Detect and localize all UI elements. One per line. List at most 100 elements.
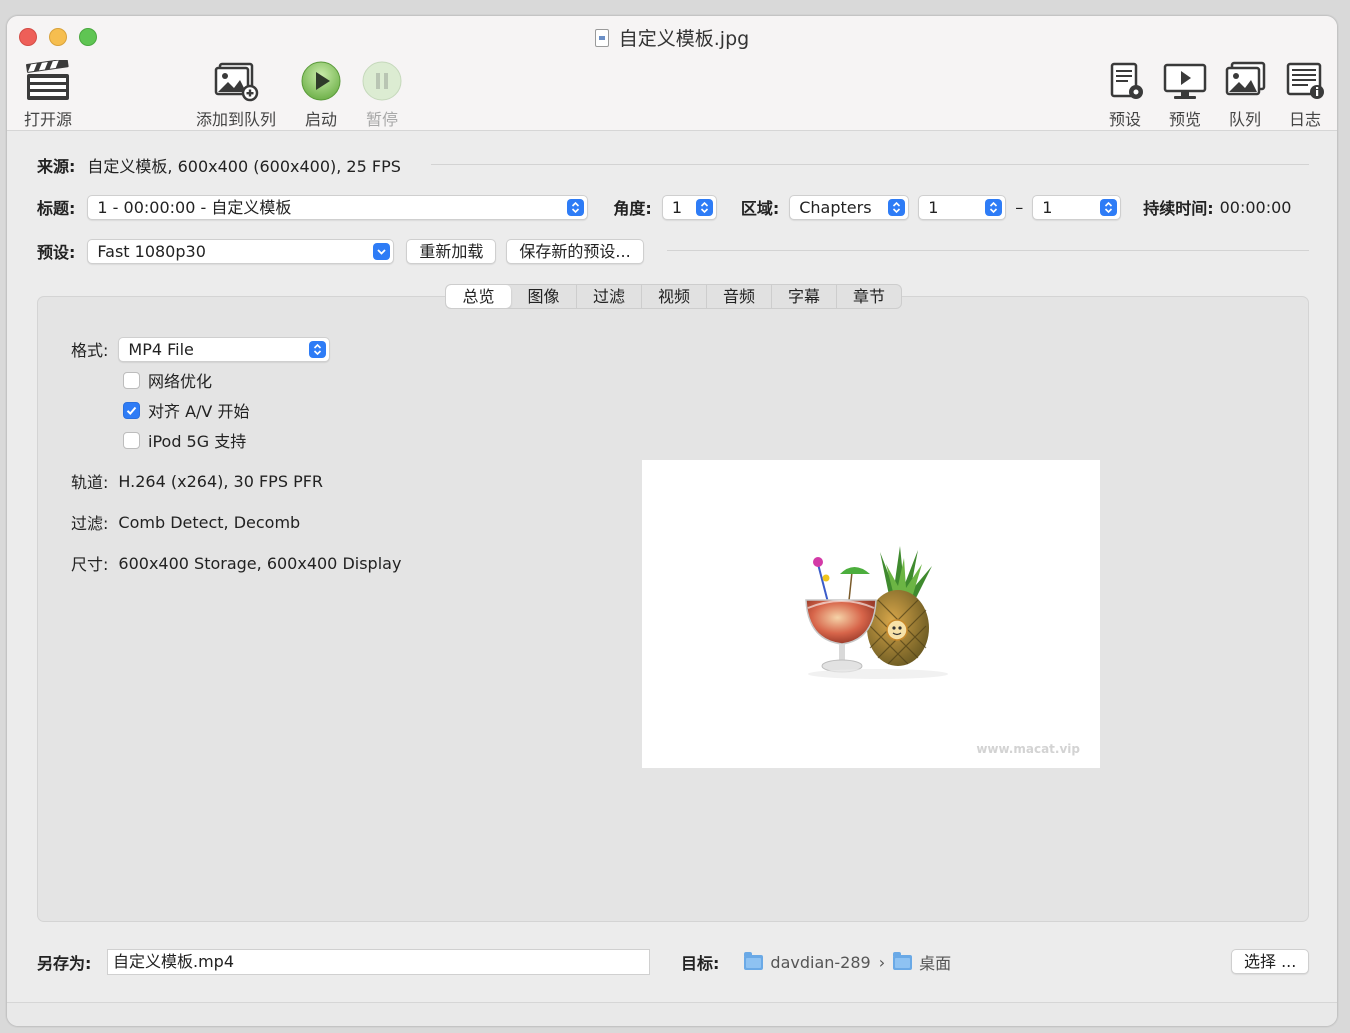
queue-label: 队列	[1228, 110, 1261, 129]
format-label: 格式:	[71, 341, 109, 360]
chevron-down-icon	[373, 242, 391, 260]
web-optimize-label: 网络优化	[148, 372, 213, 391]
start-button[interactable]: 启动	[297, 60, 345, 130]
filters-row: 过滤: Comb Detect, Decomb	[71, 511, 301, 534]
destination-subfolder: 桌面	[919, 954, 952, 973]
size-value: 600x400 Storage, 600x400 Display	[118, 553, 402, 573]
main-window: 自定义模板.jpg 打开源 添加到队列 启动 暂停 预设 预览 队列 日志 来源…	[6, 15, 1338, 1027]
tab-video[interactable]: 视频	[641, 285, 706, 308]
preview-label: 预览	[1168, 110, 1201, 129]
range-type-value: Chapters	[799, 197, 872, 217]
destination-row: 目标: davdian-289 › 桌面	[681, 951, 951, 973]
filters-value: Comb Detect, Decomb	[118, 512, 301, 532]
duration-value: 00:00:00	[1219, 197, 1292, 217]
range-label: 区域:	[740, 199, 780, 218]
reload-preset-button[interactable]: 重新加载	[406, 238, 497, 264]
filters-label: 过滤:	[71, 514, 109, 533]
log-button[interactable]: 日志	[1283, 60, 1327, 130]
angle-popup-value: 1	[671, 197, 682, 217]
source-label: 来源:	[37, 157, 76, 176]
updown-chevron-icon	[1100, 198, 1118, 216]
range-end-popup[interactable]: 1	[1032, 194, 1122, 220]
title-popup[interactable]: 1 - 00:00:00 - 自定义模板	[87, 194, 589, 220]
preset-popup-value: Fast 1080p30	[97, 241, 206, 261]
size-label: 尺寸:	[71, 555, 109, 574]
document-icon	[594, 29, 609, 47]
log-info-icon	[1286, 62, 1324, 99]
save-as-label: 另存为:	[37, 954, 92, 973]
destination-label: 目标:	[681, 954, 720, 973]
path-chevron-icon: ›	[878, 952, 886, 972]
tracks-label: 轨道:	[71, 473, 109, 492]
save-new-preset-button[interactable]: 保存新的预设...	[506, 238, 644, 264]
ipod-support-label: iPod 5G 支持	[148, 432, 247, 451]
folder-icon	[893, 951, 913, 970]
save-as-row: 另存为:	[37, 951, 91, 973]
updown-chevron-icon	[888, 198, 906, 216]
presets-gear-icon	[1110, 62, 1143, 99]
align-av-checkbox[interactable]	[123, 401, 140, 419]
angle-popup[interactable]: 1	[661, 194, 717, 220]
web-optimize-option[interactable]: 网络优化	[123, 370, 213, 391]
folder-icon	[744, 951, 764, 970]
angle-label: 角度:	[613, 199, 652, 218]
destination-path[interactable]: davdian-289 › 桌面	[744, 950, 951, 974]
add-photo-icon	[214, 62, 259, 102]
preview-button[interactable]: 预览	[1161, 60, 1209, 130]
add-to-queue-label: 添加到队列	[195, 110, 276, 129]
preset-popup[interactable]: Fast 1080p30	[87, 238, 395, 264]
preset-row: 预设: Fast 1080p30 重新加载 保存新的预设...	[37, 238, 644, 264]
range-start-value: 1	[928, 197, 939, 217]
format-popup-value: MP4 File	[128, 339, 194, 359]
queue-button[interactable]: 队列	[1221, 60, 1269, 130]
toolbar: 自定义模板.jpg 打开源 添加到队列 启动 暂停 预设 预览 队列 日志	[7, 16, 1337, 131]
window-title-text: 自定义模板.jpg	[618, 28, 750, 50]
range-dash: –	[1015, 197, 1024, 217]
open-source-button[interactable]: 打开源	[19, 60, 77, 130]
range-end-value: 1	[1042, 197, 1053, 217]
tab-subtitles[interactable]: 字幕	[771, 285, 836, 308]
web-optimize-checkbox[interactable]	[123, 371, 140, 389]
updown-chevron-icon	[567, 198, 585, 216]
align-av-option[interactable]: 对齐 A/V 开始	[123, 400, 249, 421]
save-as-input[interactable]: 自定义模板.mp4	[107, 949, 650, 975]
tab-audio[interactable]: 音频	[706, 285, 771, 308]
tab-bar: 总览 图像 过滤 视频 音频 字幕 章节	[445, 284, 902, 309]
tracks-value: H.264 (x264), 30 FPS PFR	[118, 471, 324, 491]
title-label: 标题:	[37, 199, 76, 218]
tab-summary[interactable]: 总览	[446, 285, 511, 308]
pause-icon	[362, 61, 402, 101]
updown-chevron-icon	[309, 340, 327, 358]
log-label: 日志	[1288, 110, 1321, 129]
clapperboard-icon	[26, 60, 69, 100]
title-popup-value: 1 - 00:00:00 - 自定义模板	[97, 197, 292, 217]
ipod-support-checkbox[interactable]	[123, 431, 140, 449]
presets-button[interactable]: 预设	[1103, 60, 1147, 130]
window-title: 自定义模板.jpg	[7, 24, 1337, 51]
pause-button[interactable]: 暂停	[358, 60, 406, 130]
pause-label: 暂停	[365, 110, 398, 129]
tab-chapters[interactable]: 章节	[836, 285, 901, 308]
handbrake-logo-image	[805, 546, 948, 679]
duration-label: 持续时间:	[1143, 199, 1214, 218]
add-to-queue-button[interactable]: 添加到队列	[191, 60, 281, 130]
title-row: 标题: 1 - 00:00:00 - 自定义模板 角度: 1 区域: Chapt…	[37, 194, 1291, 220]
format-row: 格式: MP4 File	[71, 336, 331, 362]
play-icon	[301, 61, 341, 101]
status-bar	[7, 1002, 1337, 1026]
tab-picture[interactable]: 图像	[511, 285, 576, 308]
monitor-play-icon	[1163, 63, 1207, 99]
tab-filters[interactable]: 过滤	[576, 285, 641, 308]
photos-stack-icon	[1225, 61, 1266, 96]
checkmark-icon	[126, 406, 137, 415]
range-start-popup[interactable]: 1	[918, 194, 1007, 220]
updown-chevron-icon	[695, 198, 713, 216]
choose-destination-button[interactable]: 选择 ...	[1231, 949, 1310, 974]
destination-folder: davdian-289	[770, 952, 871, 972]
format-popup[interactable]: MP4 File	[118, 336, 331, 362]
source-row: 来源: 自定义模板, 600x400 (600x400), 25 FPS	[37, 154, 401, 176]
preset-label: 预设:	[37, 243, 76, 262]
range-type-popup[interactable]: Chapters	[789, 194, 910, 220]
ipod-support-option[interactable]: iPod 5G 支持	[123, 430, 247, 451]
size-row: 尺寸: 600x400 Storage, 600x400 Display	[71, 552, 402, 575]
